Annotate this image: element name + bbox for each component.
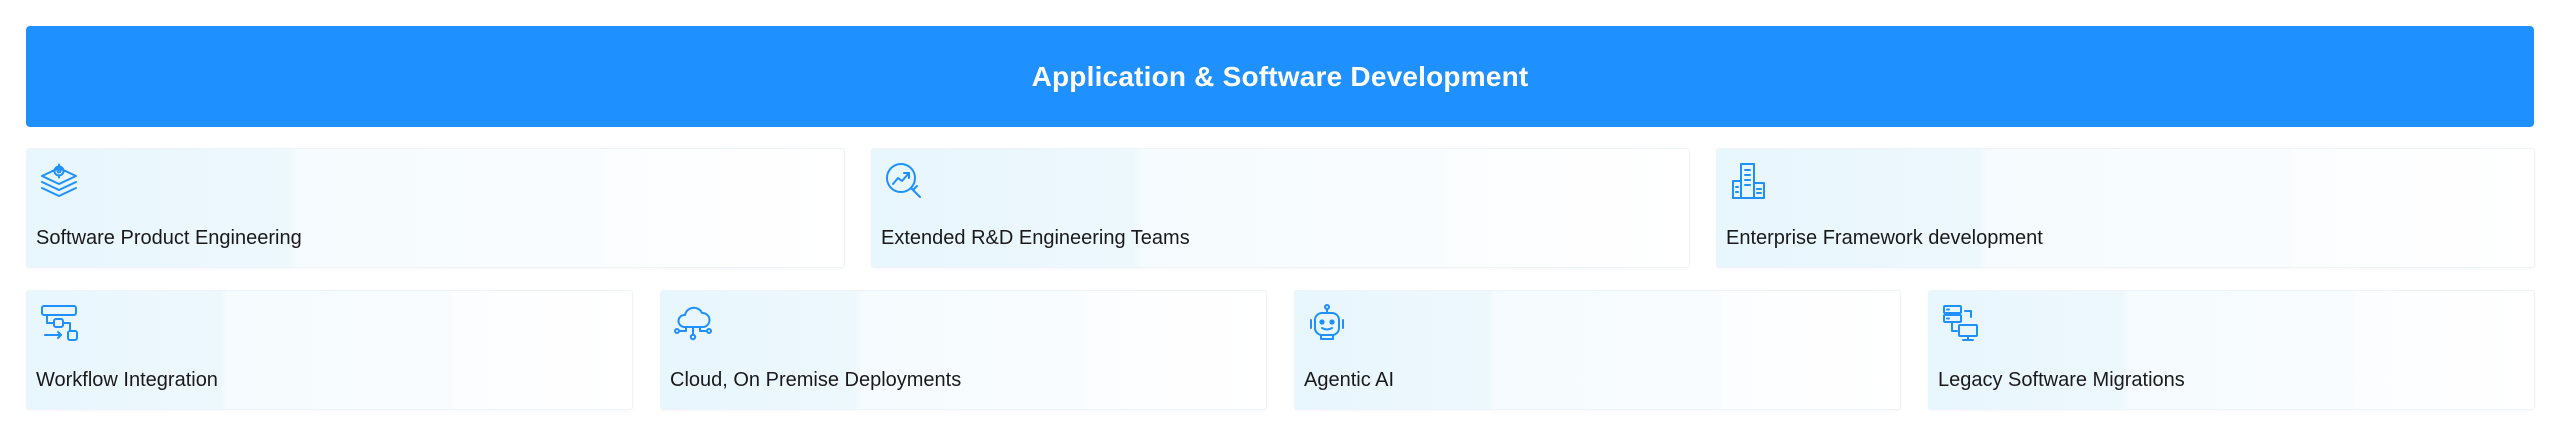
service-card-label: Workflow Integration [36, 369, 218, 391]
service-card-workflow-integration[interactable]: Workflow Integration [26, 290, 633, 410]
service-card-enterprise-framework[interactable]: Enterprise Framework development [1716, 148, 2535, 268]
workflow-icon [39, 303, 79, 343]
service-card-legacy-migrations[interactable]: Legacy Software Migrations [1928, 290, 2535, 410]
server-migration-icon [1941, 303, 1981, 343]
layers-gear-icon [39, 161, 79, 201]
section-title: Application & Software Development [1031, 60, 1529, 92]
section-header-banner: Application & Software Development [26, 26, 2534, 127]
robot-icon [1307, 303, 1347, 343]
service-card-label: Extended R&D Engineering Teams [881, 227, 1190, 249]
service-card-agentic-ai[interactable]: Agentic AI [1294, 290, 1901, 410]
services-row-2: Workflow Integration Cloud, On Premise D… [26, 290, 2535, 410]
magnifier-trend-icon [884, 161, 924, 201]
service-card-cloud-deployments[interactable]: Cloud, On Premise Deployments [660, 290, 1267, 410]
service-card-software-product-engineering[interactable]: Software Product Engineering [26, 148, 845, 268]
service-card-label: Enterprise Framework development [1726, 227, 2043, 249]
service-card-label: Agentic AI [1304, 369, 1395, 391]
buildings-icon [1729, 161, 1769, 201]
service-card-label: Legacy Software Migrations [1938, 369, 2185, 391]
service-card-label: Software Product Engineering [36, 227, 302, 249]
service-card-label: Cloud, On Premise Deployments [670, 369, 962, 391]
service-card-extended-rd-teams[interactable]: Extended R&D Engineering Teams [871, 148, 1690, 268]
services-row-1: Software Product Engineering Extended R&… [26, 148, 2535, 268]
cloud-network-icon [673, 303, 713, 343]
